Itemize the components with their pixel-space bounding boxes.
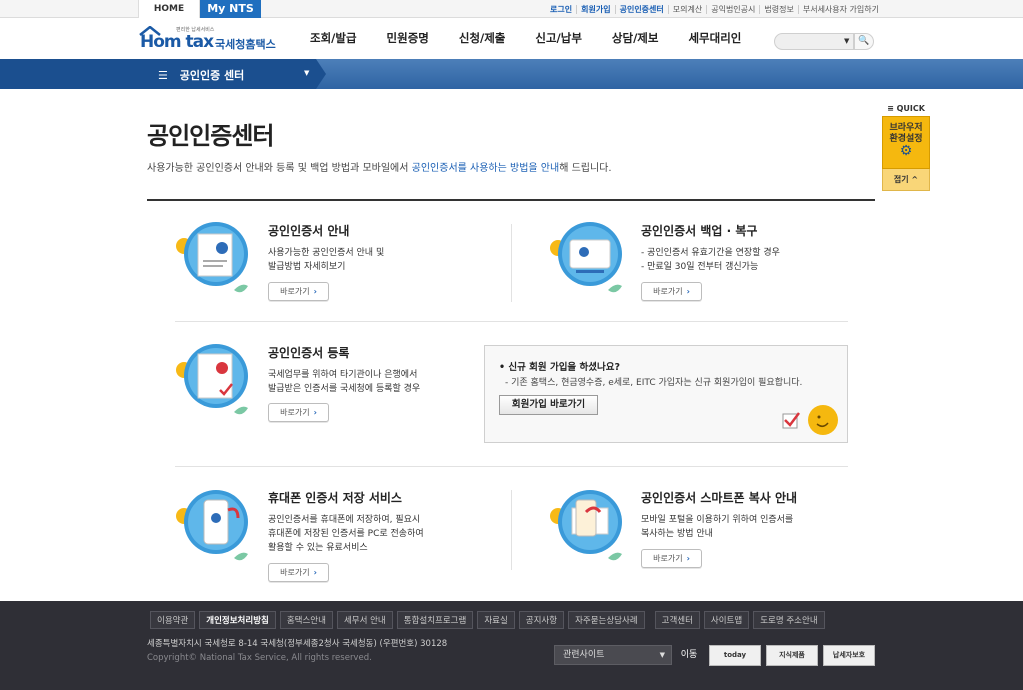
law-info-link[interactable]: 법령정보 xyxy=(759,4,797,14)
my-nts-tab[interactable]: My NTS xyxy=(200,0,261,18)
nav-inquiry[interactable]: 조회/발급 xyxy=(310,30,357,46)
today-badge[interactable]: today xyxy=(709,645,761,666)
logo-korean: 국세청홈택스 xyxy=(215,38,276,51)
footer-link-faq[interactable]: 자주묻는상담사례 xyxy=(568,611,645,629)
top-bar: HOME My NTS 로그인 회원가입 공인인증센터 모의계산 공익법인공시 … xyxy=(0,0,1023,18)
menu-icon: ☰ xyxy=(158,69,168,82)
card-description: 모바일 포털을 이용하기 위하여 인증서를 복사하는 방법 안내 xyxy=(641,515,794,539)
local-nav-bar: ☰ 공인인증 센터 ▼ xyxy=(0,59,1023,89)
chevron-right-icon: › xyxy=(313,408,317,417)
quick-title: ≡ QUICK xyxy=(887,104,925,113)
related-sites-select[interactable]: 관련사이트 ▼ xyxy=(554,645,672,665)
page-title: 공인인증센터 xyxy=(147,122,274,150)
section-dropdown-icon[interactable]: ▼ xyxy=(304,69,309,77)
footer-copyright: Copyright© National Tax Service, All rig… xyxy=(147,653,372,663)
related-sites-go-button[interactable]: 이동 xyxy=(675,645,703,665)
nav-consult[interactable]: 상담/제보 xyxy=(612,30,659,46)
footer-link-hometax-guide[interactable]: 홈택스안내 xyxy=(279,611,333,629)
main-nav: 조회/발급 민원증명 신청/제출 신고/납부 상담/제보 세무대리인 xyxy=(310,30,771,46)
browser-settings-button[interactable]: 브라우저 환경설정 ⚙ xyxy=(882,116,930,169)
row-divider xyxy=(175,466,848,467)
nav-report-pay[interactable]: 신고/납부 xyxy=(535,30,582,46)
certificate-register-icon xyxy=(176,344,248,415)
footer-address: 세종특별자치시 국세청로 8-14 국세청(정부세종2청사 국세청동) (우편번… xyxy=(147,639,448,649)
footer-link-privacy[interactable]: 개인정보처리방침 xyxy=(199,611,276,629)
chevron-right-icon: › xyxy=(686,287,690,296)
card-title: 공인인증서 백업 · 복구 xyxy=(641,224,758,238)
quick-menu: ≡ QUICK 브라우저 환경설정 ⚙ 접기 ^ xyxy=(882,104,930,191)
utility-links: 로그인 회원가입 공인인증센터 모의계산 공익법인공시 법령정보 부서세사용자 … xyxy=(546,0,883,18)
desc-highlight: 공인인증서를 사용하는 방법을 안내 xyxy=(411,163,560,174)
quick-close-button[interactable]: 접기 ^ xyxy=(882,169,930,191)
footer-link-tax-office[interactable]: 세무서 안내 xyxy=(336,611,393,629)
nav-agent[interactable]: 세무대리인 xyxy=(688,30,741,46)
signup-notice-box: • 신규 회원 가입을 하셨나요? - 기존 홈택스, 현금영수증, e세로, … xyxy=(484,345,848,443)
go-button[interactable]: 바로가기 › xyxy=(641,282,702,301)
chevron-right-icon: › xyxy=(686,554,690,563)
card-description: - 공인인증서 유효기간을 연장할 경우 - 만료일 30일 전부터 갱신가능 xyxy=(641,248,780,272)
card-description: 공인인증서를 휴대폰에 저장하여, 필요시 휴대폰에 저장된 인증서를 PC로 전… xyxy=(268,515,424,553)
search-input[interactable] xyxy=(774,33,854,50)
footer: 이용약관 개인정보처리방침 홈택스안내 세무서 안내 통합설치프로그램 자료실 … xyxy=(0,601,1023,690)
taxpayer-badge[interactable]: 납세자보호 xyxy=(823,645,875,666)
go-button[interactable]: 바로가기 › xyxy=(641,549,702,568)
certificate-document-icon xyxy=(176,222,248,293)
search-box: ▼ 🔍 xyxy=(774,33,874,51)
card-description: 국세업무를 위하여 타기관이나 은행에서 발급받은 인증서를 국세청에 등록할 경… xyxy=(268,370,421,394)
page-description: 사용가능한 공인인증서 안내와 등록 및 백업 방법과 모바일에서 공인인증서를… xyxy=(147,159,612,174)
certificate-backup-icon xyxy=(550,222,622,293)
footer-link-notice[interactable]: 공지사항 xyxy=(518,611,565,629)
mock-calc-link[interactable]: 모의계산 xyxy=(667,4,706,14)
card-title: 공인인증서 등록 xyxy=(268,346,350,360)
section-label: 공인인증 센터 xyxy=(179,69,245,82)
phone-certificate-icon xyxy=(176,490,248,561)
desc-post: 해 드립니다. xyxy=(559,163,612,174)
footer-link-install[interactable]: 통합설치프로그램 xyxy=(396,611,474,629)
logo-wordmark: Hom tax xyxy=(140,32,214,52)
card-title: 공인인증서 안내 xyxy=(268,224,350,238)
public-corp-link[interactable]: 공익법인공시 xyxy=(706,4,759,14)
title-divider xyxy=(147,199,875,201)
footer-link-sitemap[interactable]: 사이트맵 xyxy=(703,611,750,629)
checkbox-smile-icon xyxy=(782,405,838,435)
home-tab[interactable]: HOME xyxy=(138,0,200,18)
card-title: 휴대폰 인증서 저장 서비스 xyxy=(268,491,402,505)
hometax-logo[interactable]: 편리한 납세서비스 Hom tax 국세청홈택스 xyxy=(138,22,278,56)
chevron-right-icon: › xyxy=(313,568,317,577)
footer-link-road-address[interactable]: 도로명 주소안내 xyxy=(753,611,825,629)
go-button[interactable]: 바로가기 › xyxy=(268,563,329,582)
cert-center-link[interactable]: 공인인증센터 xyxy=(614,4,668,14)
search-dropdown-icon[interactable]: ▼ xyxy=(844,37,849,45)
footer-link-terms[interactable]: 이용약관 xyxy=(150,611,196,629)
smartphone-copy-icon xyxy=(550,490,622,561)
dept-user-link[interactable]: 부서세사용자 가입하기 xyxy=(797,4,883,14)
card-title: 공인인증서 스마트폰 복사 안내 xyxy=(641,491,798,505)
knowledge-badge[interactable]: 지식제품 xyxy=(766,645,818,666)
signup-button[interactable]: 회원가입 바로가기 xyxy=(499,395,598,415)
signup-question: • 신규 회원 가입을 하셨나요? xyxy=(499,362,620,373)
gear-icon: ⚙ xyxy=(899,143,913,159)
search-button[interactable]: 🔍 xyxy=(854,33,874,50)
go-button[interactable]: 바로가기 › xyxy=(268,282,329,301)
signup-description: - 기존 홈택스, 현금영수증, e세로, EITC 가입자는 신규 회원가입이… xyxy=(505,378,803,388)
signup-link[interactable]: 회원가입 xyxy=(576,4,614,14)
go-button[interactable]: 바로가기 › xyxy=(268,403,329,422)
column-divider xyxy=(511,490,512,570)
column-divider xyxy=(511,224,512,302)
quick-label-1: 브라우저 xyxy=(889,123,923,133)
desc-pre: 사용가능한 공인인증서 안내와 등록 및 백업 방법과 모바일에서 xyxy=(147,163,412,174)
footer-nav: 이용약관 개인정보처리방침 홈택스안내 세무서 안내 통합설치프로그램 자료실 … xyxy=(150,611,829,629)
chevron-down-icon: ▼ xyxy=(659,651,665,659)
nav-certificates[interactable]: 민원증명 xyxy=(387,30,429,46)
footer-link-library[interactable]: 자료실 xyxy=(477,611,515,629)
login-link[interactable]: 로그인 xyxy=(546,5,576,14)
card-description: 사용가능한 공인인증서 안내 및 발급방법 자세히보기 xyxy=(268,248,385,272)
footer-link-customer-center[interactable]: 고객센터 xyxy=(654,611,700,629)
nav-apply[interactable]: 신청/제출 xyxy=(459,30,506,46)
row-divider xyxy=(175,321,848,322)
chevron-right-icon: › xyxy=(313,287,317,296)
